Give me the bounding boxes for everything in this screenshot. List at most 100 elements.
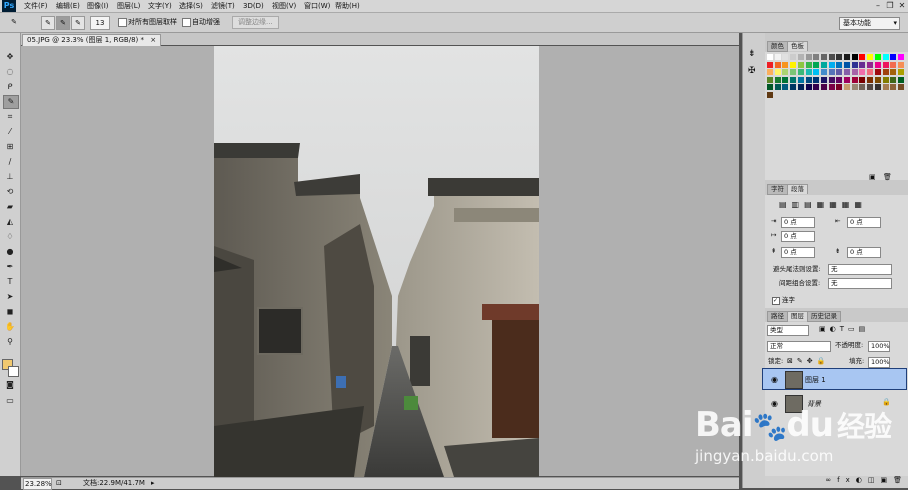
move-tool-icon[interactable]: ✥ xyxy=(3,51,17,63)
indent-left-field[interactable]: 0 点 xyxy=(781,217,815,228)
swatch[interactable] xyxy=(767,61,773,68)
swatch[interactable] xyxy=(797,84,804,90)
swatch[interactable] xyxy=(805,69,812,75)
zoom-tool-icon[interactable]: ⚲ xyxy=(3,336,17,348)
workspace-switcher[interactable]: 基本功能 ▾ xyxy=(839,17,900,30)
layer-filter-icons[interactable]: ▣◐T▭▤ xyxy=(819,325,869,333)
swatch[interactable] xyxy=(867,76,874,83)
add-to-selection-icon[interactable]: ✎ xyxy=(56,16,70,30)
crop-tool-icon[interactable]: ⌗ xyxy=(3,111,17,123)
swatch[interactable] xyxy=(782,61,789,68)
swatch[interactable] xyxy=(813,69,820,75)
document-image[interactable] xyxy=(214,46,539,477)
menu-3d[interactable]: 3D(D) xyxy=(243,1,264,11)
swatch[interactable] xyxy=(874,54,881,60)
fill-field[interactable]: 100% xyxy=(868,357,890,368)
swatch[interactable] xyxy=(836,61,843,68)
swatch[interactable] xyxy=(805,61,812,68)
history-panel-icon[interactable]: ⇟ xyxy=(748,49,756,59)
tab-history[interactable]: 历史记录 xyxy=(807,311,841,322)
screen-mode-icon[interactable]: ▭ xyxy=(3,395,17,407)
swatch[interactable] xyxy=(890,84,897,90)
swatch[interactable] xyxy=(851,69,858,75)
swatch[interactable] xyxy=(882,54,889,60)
swatch[interactable] xyxy=(782,54,789,60)
swatch[interactable] xyxy=(890,76,897,83)
swatch[interactable] xyxy=(805,76,812,83)
swatch[interactable] xyxy=(851,84,858,90)
space-after-field[interactable]: 0 点 xyxy=(847,247,881,258)
restore-button[interactable]: ❐ xyxy=(884,0,896,11)
layer-filter-select[interactable]: 类型 xyxy=(767,325,809,336)
swatch[interactable] xyxy=(774,69,781,75)
shape-tool-icon[interactable]: ◼ xyxy=(3,306,17,318)
swatch[interactable] xyxy=(890,69,897,75)
properties-panel-icon[interactable]: ✠ xyxy=(748,66,756,76)
swatch[interactable] xyxy=(790,69,797,75)
eraser-tool-icon[interactable]: ▰ xyxy=(3,201,17,213)
swatch[interactable] xyxy=(844,84,850,90)
menu-file[interactable]: 文件(F) xyxy=(24,1,48,11)
space-before-field[interactable]: 0 点 xyxy=(781,247,815,258)
lasso-tool-icon[interactable]: ᑭ xyxy=(3,81,17,93)
healing-brush-tool-icon[interactable]: ⊞ xyxy=(3,141,17,153)
marquee-tool-icon[interactable]: ◌ xyxy=(3,66,17,78)
swatch[interactable] xyxy=(797,76,804,83)
auto-enhance-checkbox[interactable] xyxy=(182,18,191,27)
tab-layers[interactable]: 图层 xyxy=(787,311,808,321)
history-brush-tool-icon[interactable]: ⟲ xyxy=(3,186,17,198)
swatch[interactable] xyxy=(774,76,781,83)
swatch[interactable] xyxy=(813,54,820,60)
swatch[interactable] xyxy=(897,61,904,68)
subtract-from-selection-icon[interactable]: ✎ xyxy=(71,16,85,30)
swatch[interactable] xyxy=(774,54,781,60)
swatch[interactable] xyxy=(820,54,827,60)
swatch[interactable] xyxy=(859,76,866,83)
swatch[interactable] xyxy=(820,61,827,68)
swatch[interactable] xyxy=(874,84,881,90)
swatch[interactable] xyxy=(782,69,789,75)
menu-filter[interactable]: 滤镜(T) xyxy=(211,1,235,11)
swatch[interactable] xyxy=(897,76,904,83)
eyedropper-tool-icon[interactable]: ⁄ xyxy=(3,126,17,138)
clone-stamp-tool-icon[interactable]: ⊥ xyxy=(3,171,17,183)
swatch[interactable] xyxy=(782,84,789,90)
swatch[interactable] xyxy=(882,84,889,90)
dodge-tool-icon[interactable]: ● xyxy=(3,246,17,258)
swatch[interactable] xyxy=(797,69,804,75)
quick-selection-tool-icon[interactable]: ✎ xyxy=(3,95,19,109)
background-color-swatch[interactable] xyxy=(8,366,19,377)
menu-view[interactable]: 视图(V) xyxy=(272,1,296,11)
swatch[interactable] xyxy=(805,54,812,60)
swatch[interactable] xyxy=(782,76,789,83)
new-swatch-icon[interactable]: ▣ xyxy=(869,173,876,181)
swatch[interactable] xyxy=(790,76,797,83)
swatch[interactable] xyxy=(774,61,781,68)
swatch[interactable] xyxy=(828,76,835,83)
eye-icon[interactable]: ◉ xyxy=(771,375,778,384)
minimize-button[interactable]: – xyxy=(872,0,884,11)
menu-window[interactable]: 窗口(W) xyxy=(304,1,330,11)
swatch[interactable] xyxy=(882,61,889,68)
blend-mode-select[interactable]: 正常 xyxy=(767,341,831,352)
swatch[interactable] xyxy=(897,84,904,90)
close-button[interactable]: ✕ xyxy=(896,0,908,11)
swatch[interactable] xyxy=(859,84,866,90)
swatch[interactable] xyxy=(790,54,797,60)
menu-select[interactable]: 选择(S) xyxy=(179,1,203,11)
swatch[interactable] xyxy=(820,69,827,75)
lock-icons[interactable]: ⊠✎✥🔒 xyxy=(787,357,829,365)
mojikumi-select[interactable]: 无 xyxy=(828,278,892,289)
indent-first-line-field[interactable]: 0 点 xyxy=(781,231,815,242)
swatch[interactable] xyxy=(828,61,835,68)
indent-right-field[interactable]: 0 点 xyxy=(847,217,881,228)
alignment-buttons[interactable]: ▤▥▤▦▦▦▦ xyxy=(779,200,867,209)
swatch[interactable] xyxy=(767,54,773,60)
swatch[interactable] xyxy=(890,54,897,60)
swatch[interactable] xyxy=(828,69,835,75)
quick-mask-icon[interactable]: ◙ xyxy=(3,379,17,391)
swatch[interactable] xyxy=(859,69,866,75)
swatch[interactable] xyxy=(828,84,835,90)
tab-paths[interactable]: 路径 xyxy=(767,311,788,322)
blur-tool-icon[interactable]: ♢ xyxy=(3,231,17,243)
